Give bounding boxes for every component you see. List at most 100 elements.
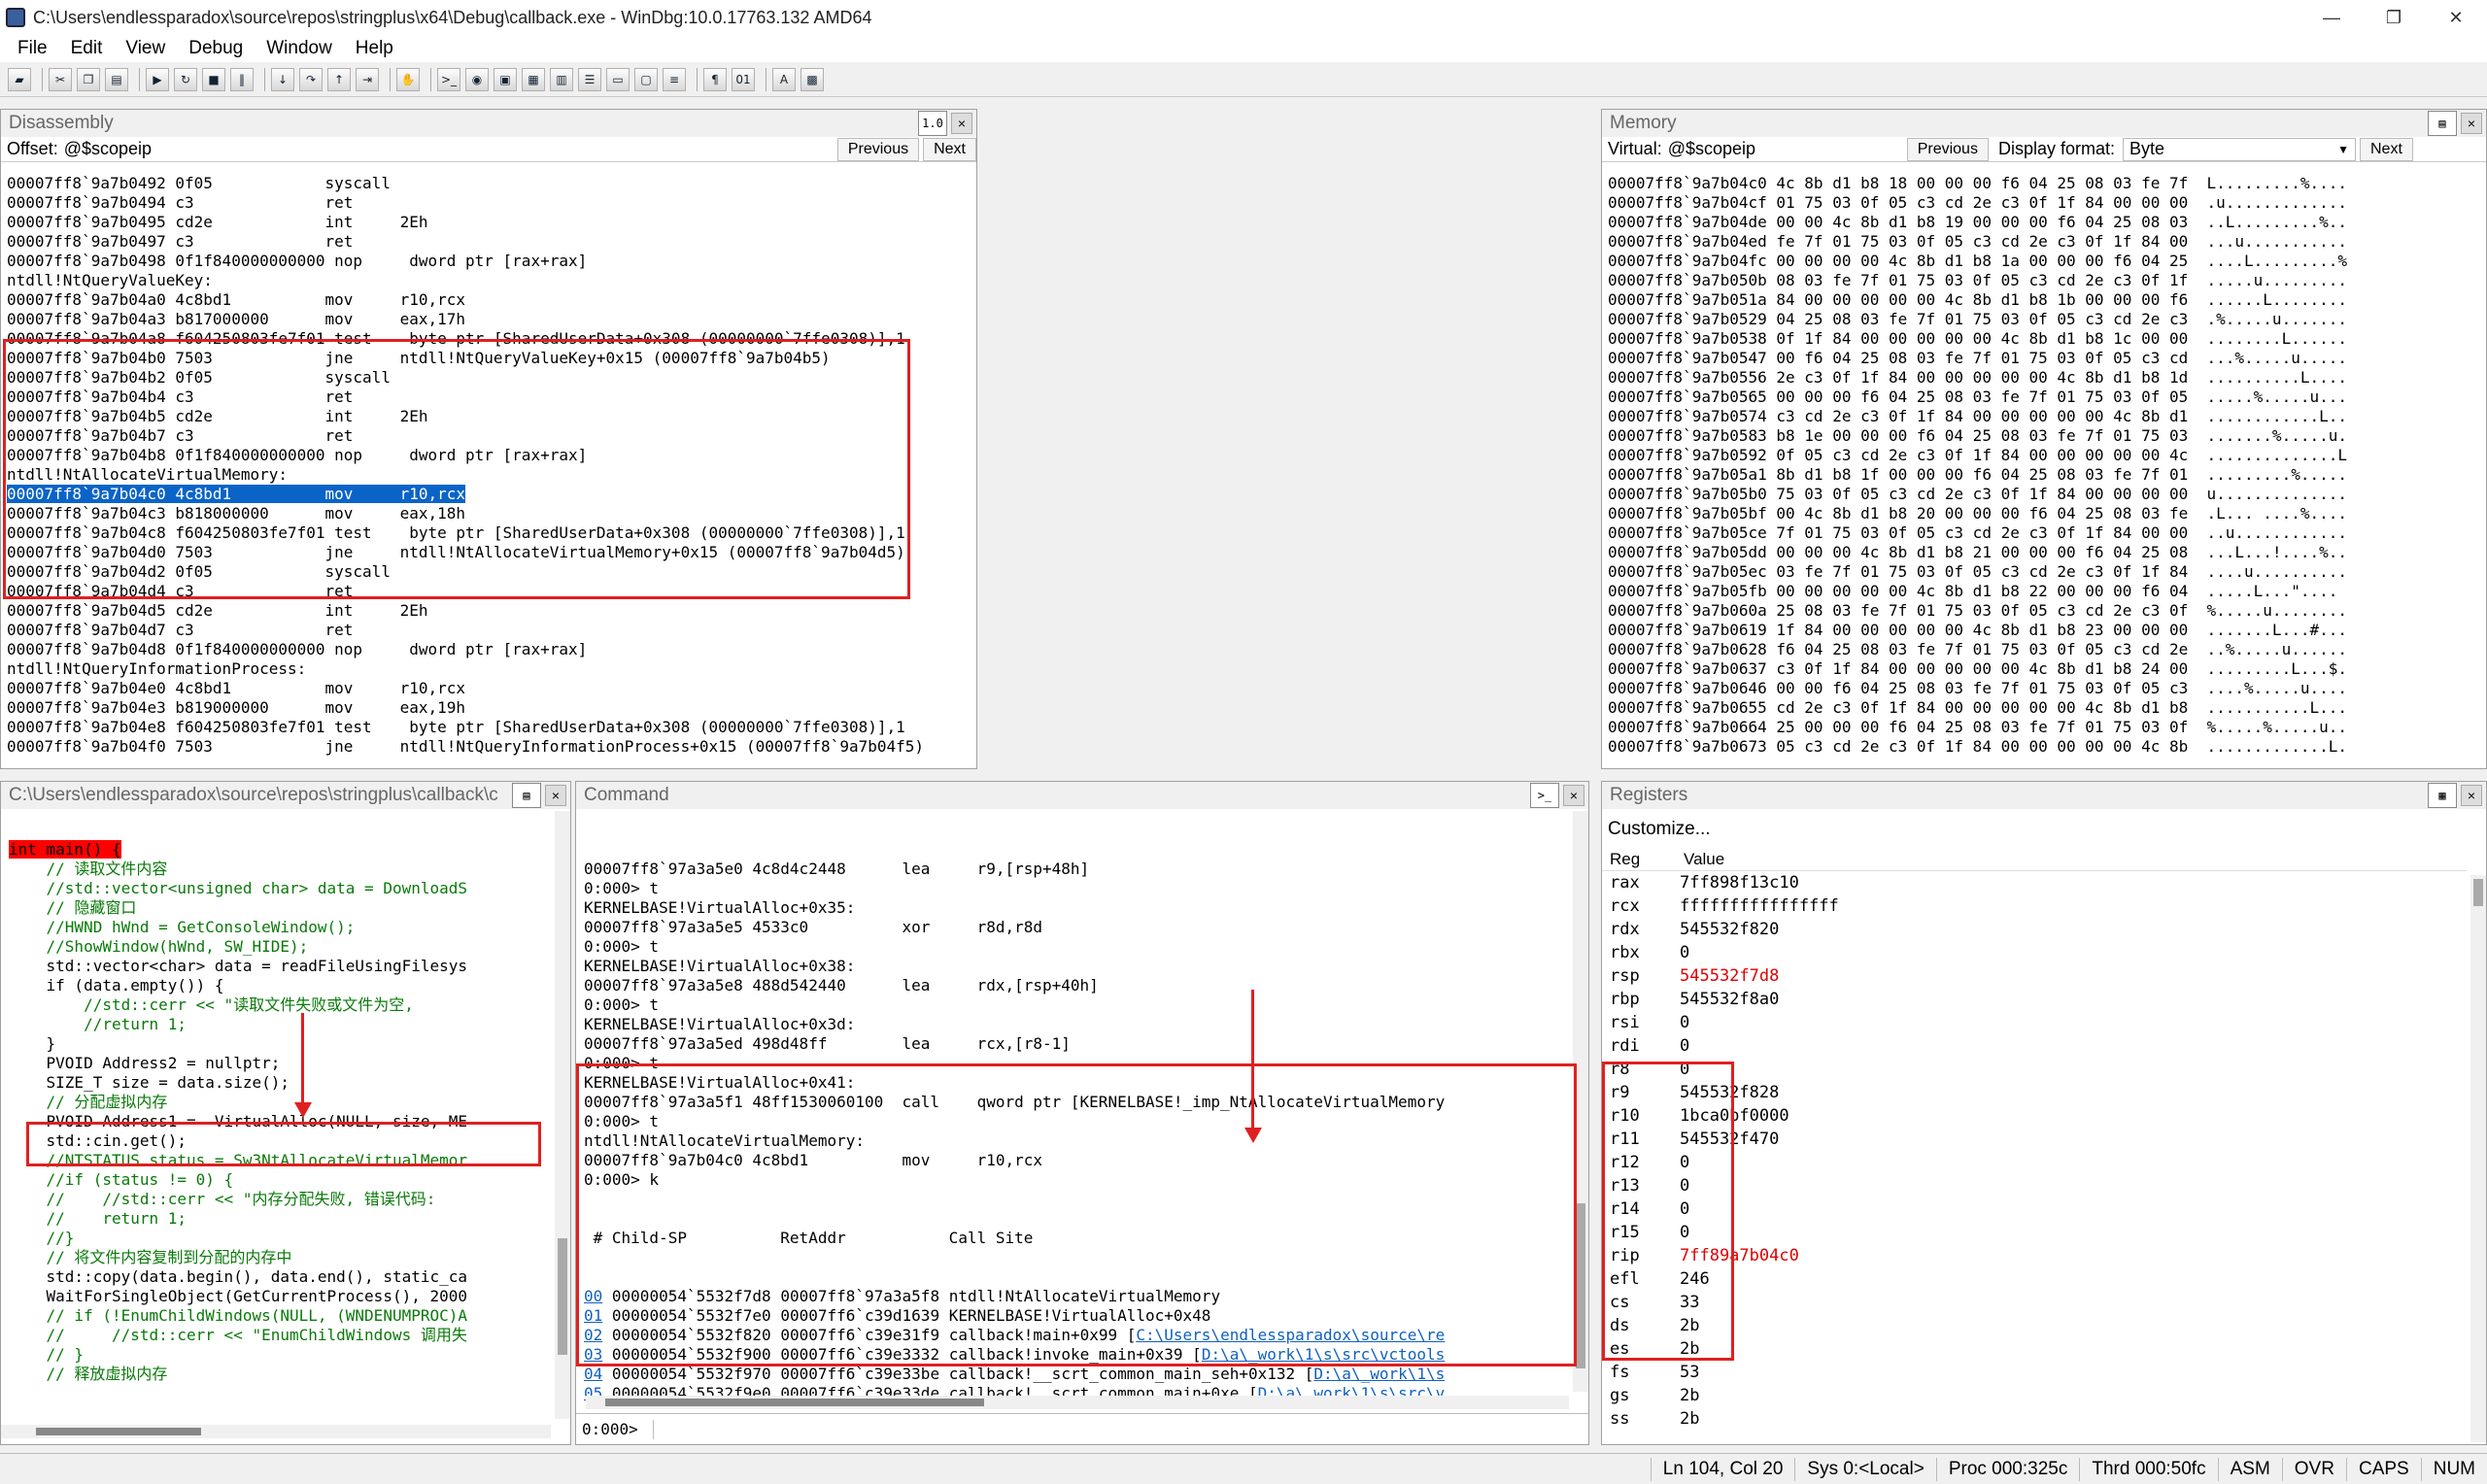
close-icon[interactable]: × — [951, 113, 972, 134]
register-value[interactable]: 2b — [1680, 1337, 1699, 1361]
memory-line[interactable]: 00007ff8`9a7b0547 00 f6 04 25 08 03 fe 7… — [1608, 349, 2486, 368]
source-line[interactable]: WaitForSingleObject(GetCurrentProcess(),… — [9, 1287, 547, 1306]
source-link[interactable]: D:\a\_work\1\s\src\vctools — [1202, 1345, 1445, 1364]
disassembly-line[interactable]: 00007ff8`9a7b04b8 0f1f840000000000 nop d… — [7, 446, 976, 465]
restore-button[interactable]: ❐ — [2363, 0, 2425, 35]
hex-mode-icon[interactable]: 01 — [732, 67, 755, 91]
disassembly-pane-icon[interactable]: 1.0 — [918, 111, 947, 136]
call-stack-window-icon[interactable]: ☰ — [578, 67, 601, 91]
disassembly-line[interactable]: 00007ff8`9a7b04c0 4c8bd1 mov r10,rcx — [7, 485, 976, 504]
menu-file[interactable]: File — [6, 38, 59, 59]
scrollbar-thumb[interactable] — [605, 1399, 984, 1406]
register-row[interactable]: rip 7ff89a7b04c0 — [1602, 1244, 2467, 1267]
source-code[interactable]: int main() { // 读取文件内容 //std::vector<uns… — [9, 840, 547, 1423]
disassembly-line[interactable]: 00007ff8`9a7b04c8 f604250803fe7f01 test … — [7, 523, 976, 543]
scratch-pad-icon[interactable]: ▢ — [634, 67, 658, 91]
disassembly-line[interactable]: 00007ff8`9a7b0498 0f1f840000000000 nop d… — [7, 252, 976, 271]
source-line[interactable]: // 分配虚拟内存 — [9, 1093, 547, 1112]
source-line[interactable]: //ShowWindow(hWnd, SW_HIDE); — [9, 937, 547, 957]
source-line[interactable]: //} — [9, 1229, 547, 1248]
register-value[interactable]: 545532f7d8 — [1680, 964, 1779, 988]
source-line[interactable]: // //std::cerr << "EnumChildWindows 调用失 — [9, 1326, 547, 1345]
scrollbar-thumb[interactable] — [2473, 879, 2483, 906]
source-link[interactable]: C:\Users\endlessparadox\source\re — [1136, 1326, 1445, 1344]
disassembly-window-icon[interactable]: ▭ — [606, 67, 630, 91]
symbol-label[interactable]: ntdll!NtQueryInformationProcess: — [7, 659, 976, 679]
disassembly-line[interactable]: 00007ff8`9a7b04b4 c3 ret — [7, 388, 976, 407]
source-line[interactable]: //NTSTATUS status = Sw3NtAllocateVirtual… — [9, 1151, 547, 1170]
frame-number-link[interactable]: 04 — [584, 1365, 602, 1383]
disassembly-line[interactable]: 00007ff8`9a7b0494 c3 ret — [7, 193, 976, 213]
source-line[interactable]: //std::vector<unsigned char> data = Down… — [9, 879, 547, 898]
frame-number-link[interactable]: 00 — [584, 1287, 602, 1305]
frame-number-link[interactable]: 01 — [584, 1306, 602, 1325]
next-button[interactable]: Next — [2360, 137, 2413, 161]
disassembly-line[interactable]: 00007ff8`9a7b0492 0f05 syscall — [7, 174, 976, 193]
breakpoint-hand-icon[interactable]: ✋ — [396, 67, 420, 91]
run-to-cursor-icon[interactable]: ⇥ — [356, 67, 379, 91]
step-into-icon[interactable]: ↓ — [271, 67, 294, 91]
memory-line[interactable]: 00007ff8`9a7b0529 04 25 08 03 fe 7f 01 7… — [1608, 310, 2486, 329]
source-vertical-scrollbar[interactable] — [555, 811, 570, 1419]
close-icon[interactable]: × — [2461, 785, 2482, 806]
register-row[interactable]: rax 7ff898f13c10 — [1602, 871, 2467, 894]
command-pane-icon[interactable]: >_ — [1530, 783, 1559, 808]
memory-line[interactable]: 00007ff8`9a7b0628 f6 04 25 08 03 fe 7f 0… — [1608, 640, 2486, 659]
register-value[interactable]: ffffffffffffffff — [1680, 894, 1839, 918]
register-value[interactable]: 7ff89a7b04c0 — [1680, 1244, 1799, 1267]
disassembly-line[interactable]: 00007ff8`9a7b04b7 c3 ret — [7, 426, 976, 446]
disassembly-line[interactable]: 00007ff8`9a7b04e0 4c8bd1 mov r10,rcx — [7, 679, 976, 698]
close-icon[interactable]: × — [1563, 785, 1584, 806]
memory-line[interactable]: 00007ff8`9a7b0583 b8 1e 00 00 00 f6 04 2… — [1608, 426, 2486, 446]
previous-button[interactable]: Previous — [1906, 137, 1989, 161]
previous-button[interactable]: Previous — [836, 137, 920, 161]
register-value[interactable]: 0 — [1680, 1058, 1689, 1081]
memory-line[interactable]: 00007ff8`9a7b05bf 00 4c 8b d1 b8 20 00 0… — [1608, 504, 2486, 523]
register-value[interactable]: 545532f820 — [1680, 918, 1779, 941]
memory-line[interactable]: 00007ff8`9a7b0565 00 00 00 f6 04 25 08 0… — [1608, 388, 2486, 407]
virtual-address-input[interactable] — [1661, 138, 1903, 160]
cut-icon[interactable]: ✂ — [49, 67, 72, 91]
register-row[interactable]: r12 0 — [1602, 1151, 2467, 1174]
source-line[interactable]: // return 1; — [9, 1209, 547, 1229]
source-line[interactable]: } — [9, 1034, 547, 1054]
source-mode-icon[interactable]: ¶ — [703, 67, 727, 91]
register-value[interactable]: 246 — [1680, 1267, 1710, 1291]
registers-window-icon[interactable]: ▦ — [522, 67, 545, 91]
menu-help[interactable]: Help — [344, 38, 405, 59]
frame-number-link[interactable]: 03 — [584, 1345, 602, 1364]
copy-icon[interactable]: ❐ — [77, 67, 100, 91]
open-icon[interactable]: ▰ — [8, 67, 31, 91]
disassembly-line[interactable]: 00007ff8`9a7b04b2 0f05 syscall — [7, 368, 976, 388]
register-row[interactable]: rbp 545532f8a0 — [1602, 988, 2467, 1011]
customize-button[interactable]: Customize... — [1608, 819, 1711, 840]
register-value[interactable]: 545532f8a0 — [1680, 988, 1779, 1011]
register-value[interactable]: 53 — [1680, 1361, 1699, 1384]
source-line[interactable]: std::copy(data.begin(), data.end(), stat… — [9, 1267, 547, 1287]
register-row[interactable]: efl 246 — [1602, 1267, 2467, 1291]
memory-pane-icon[interactable]: ▤ — [2428, 111, 2457, 136]
register-row[interactable]: rsi 0 — [1602, 1011, 2467, 1034]
processes-threads-icon[interactable]: ≡ — [663, 67, 686, 91]
menu-view[interactable]: View — [114, 38, 177, 59]
scrollbar-thumb[interactable] — [36, 1428, 201, 1435]
memory-line[interactable]: 00007ff8`9a7b0592 0f 05 c3 cd 2e c3 0f 1… — [1608, 446, 2486, 465]
command-window-icon[interactable]: >_ — [437, 67, 460, 91]
memory-line[interactable]: 00007ff8`9a7b0574 c3 cd 2e c3 0f 1f 84 0… — [1608, 407, 2486, 426]
symbol-label[interactable]: ntdll!NtQueryValueKey: — [7, 271, 976, 290]
source-line[interactable]: if (data.empty()) { — [9, 976, 547, 995]
register-value[interactable]: 2b — [1680, 1314, 1699, 1337]
disassembly-line[interactable]: 00007ff8`9a7b04d7 c3 ret — [7, 621, 976, 640]
register-value[interactable]: 545532f470 — [1680, 1128, 1779, 1151]
source-link[interactable]: D:\a\_work\1\s — [1313, 1365, 1445, 1383]
menu-window[interactable]: Window — [255, 38, 344, 59]
register-value[interactable]: 7ff898f13c10 — [1680, 871, 1799, 894]
register-row[interactable]: r8 0 — [1602, 1058, 2467, 1081]
current-instruction[interactable]: 00007ff8`9a7b04c0 4c8bd1 mov r10,rcx — [7, 485, 466, 503]
menu-debug[interactable]: Debug — [177, 38, 255, 59]
memory-line[interactable]: 00007ff8`9a7b05ec 03 fe 7f 01 75 03 0f 0… — [1608, 562, 2486, 582]
memory-listing[interactable]: 00007ff8`9a7b04c0 4c 8b d1 b8 18 00 00 0… — [1608, 174, 2486, 766]
memory-line[interactable]: 00007ff8`9a7b04cf 01 75 03 0f 05 c3 cd 2… — [1608, 193, 2486, 213]
memory-line[interactable]: 00007ff8`9a7b0673 05 c3 cd 2e c3 0f 1f 8… — [1608, 737, 2486, 757]
locals-window-icon[interactable]: ▣ — [494, 67, 517, 91]
